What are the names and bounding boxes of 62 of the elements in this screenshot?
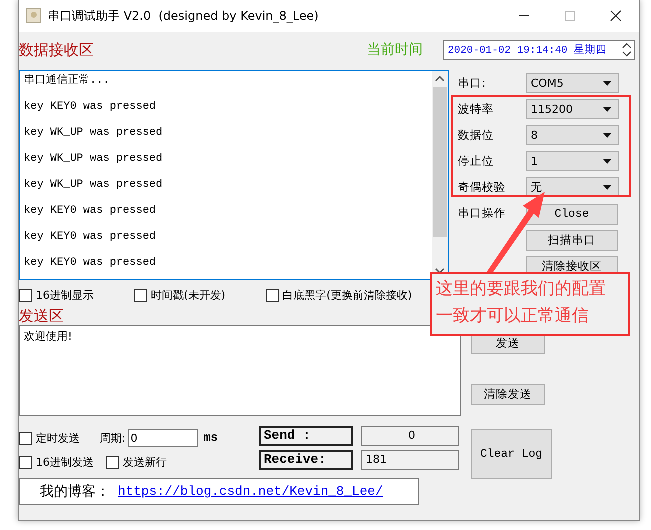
log-line: key KEY0 was pressed — [24, 100, 158, 115]
app-icon — [26, 8, 42, 24]
checkbox-option[interactable]: 时间戳(未开发) — [134, 288, 226, 303]
caret-icon — [603, 106, 612, 112]
dropdown[interactable]: 8 — [526, 125, 619, 145]
period-label: 周期: — [100, 430, 126, 446]
blog-link[interactable]: https://blog.csdn.net/Kevin_8_Lee/ — [118, 484, 384, 499]
setting-label: 串口: — [458, 76, 487, 90]
counter-value: 181 — [361, 450, 459, 470]
log-line: key KEY0 was pressed — [24, 204, 158, 219]
checkbox-option[interactable]: 定时发送 — [19, 430, 80, 446]
action-button[interactable]: 扫描串口 — [526, 230, 618, 251]
log-line: key WK_UP was pressed — [24, 126, 164, 141]
checkbox[interactable] — [106, 456, 119, 468]
log-line: key KEY0 was pressed — [24, 256, 158, 271]
section-title: 数据接收区 — [19, 40, 94, 60]
close-icon[interactable] — [610, 10, 622, 22]
setting-label: 串口操作 — [458, 206, 507, 220]
checkbox[interactable] — [19, 432, 32, 444]
dropdown[interactable]: 115200 — [526, 99, 619, 119]
checkbox[interactable] — [19, 289, 32, 302]
setting-label: 停止位 — [458, 154, 495, 168]
checkbox[interactable] — [266, 289, 279, 302]
checkbox-option[interactable]: 16进制显示 — [19, 288, 94, 303]
caret-icon — [603, 184, 612, 190]
log-line: key WK_UP was pressed — [24, 152, 164, 167]
annotation-text: 这里的要跟我们的配置 — [436, 278, 607, 301]
dropdown[interactable]: 无 — [526, 177, 619, 197]
section-title: 发送区 — [19, 307, 64, 325]
period-field[interactable]: 0 — [128, 429, 198, 447]
log-line: key KEY0 was pressed — [24, 230, 158, 245]
counter-value: 0 — [361, 426, 459, 446]
setting-label: 数据位 — [458, 128, 495, 142]
window-title: 串口调试助手 V2.0 (designed by Kevin_8_Lee) — [48, 8, 319, 24]
log-line: 串口通信正常... — [24, 73, 111, 89]
counter-label: Send : — [259, 426, 353, 446]
counter-label: Receive: — [259, 450, 353, 470]
receive-area[interactable]: 串口通信正常... key KEY0 was pressed key WK_UP was pressed key WK_UP was pressed key WK_UP was pressed key KEY0 was pressed key KEY0 was pressed key KEY0 was pressed — [19, 70, 449, 280]
dropdown[interactable]: 1 — [526, 151, 619, 171]
checkbox[interactable] — [19, 456, 32, 468]
spin-icon[interactable] — [620, 41, 634, 59]
checkbox-option[interactable]: 16进制发送 — [19, 454, 94, 470]
caret-icon — [603, 158, 612, 164]
clear-log-button[interactable]: Clear Log — [471, 429, 552, 479]
annotation-text: 一致才可以正常通信 — [436, 305, 590, 328]
dropdown[interactable]: COM5 — [526, 73, 619, 93]
clear-send-button[interactable]: 清除发送 — [471, 384, 545, 405]
clock-label: 当前时间 — [367, 41, 423, 59]
scroll-up-icon[interactable] — [435, 75, 445, 83]
unit-label: ms — [204, 431, 218, 445]
checkbox-option[interactable]: 白底黑字(更换前清除接收) — [266, 288, 412, 303]
caret-icon — [603, 80, 612, 86]
checkbox[interactable] — [134, 289, 147, 302]
setting-label: 波特率 — [458, 102, 495, 116]
setting-label: 奇偶校验 — [458, 180, 507, 194]
checkbox-option[interactable]: 发送新行 — [106, 454, 167, 470]
caret-icon — [603, 132, 612, 138]
log-line: key WK_UP was pressed — [24, 178, 164, 193]
blog-label: 我的博客： — [40, 482, 110, 500]
scroll-down-icon[interactable] — [435, 267, 445, 275]
send-area[interactable]: 欢迎使用! — [19, 325, 461, 416]
datetime-field[interactable]: 2020-01-02 19:14:40 星期四 — [443, 40, 635, 60]
